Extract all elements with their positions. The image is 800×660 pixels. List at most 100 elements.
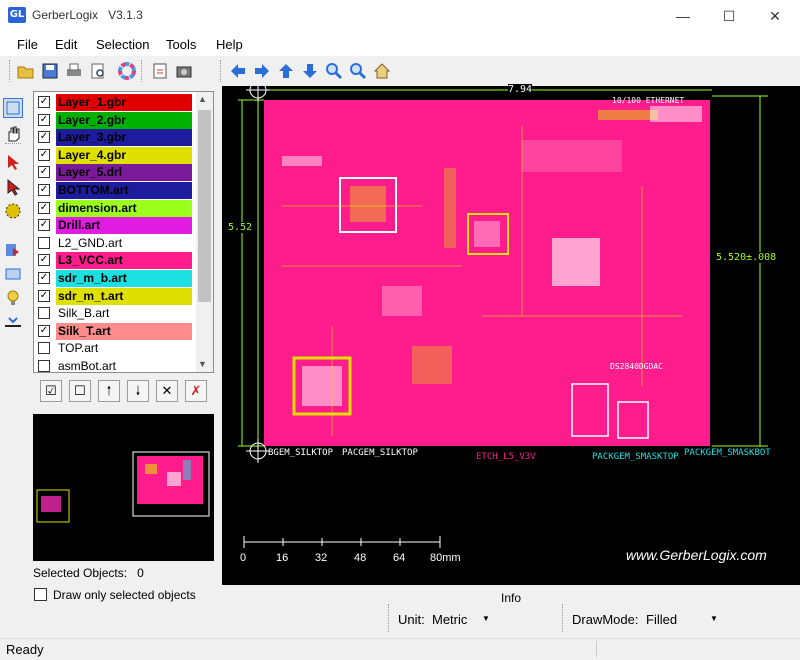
layer-checkbox[interactable]: ✓ — [38, 131, 50, 144]
layer-checkbox[interactable]: ✓ — [38, 201, 50, 214]
layer-row[interactable]: Silk_B.art — [34, 305, 199, 322]
arrow-left-icon[interactable] — [228, 61, 248, 81]
layer-checkbox[interactable] — [38, 307, 50, 320]
menu-selection[interactable]: Selection — [96, 37, 149, 52]
select-box-icon[interactable] — [3, 177, 23, 197]
drawmode-value: Filled — [646, 612, 678, 627]
layer-checkbox[interactable]: ✓ — [38, 324, 50, 337]
layer-row[interactable]: L2_GND.art — [34, 235, 199, 252]
check-all-icon[interactable]: ☑ — [40, 380, 62, 402]
layer-checkbox[interactable]: ✓ — [38, 96, 50, 108]
save-icon[interactable] — [40, 61, 60, 81]
layer-name: Layer_1.gbr — [56, 94, 192, 111]
layer-checkbox[interactable]: ✓ — [38, 272, 50, 284]
smask-bot-label: PACKGEM_SMASKBOT — [684, 448, 771, 458]
print-icon[interactable] — [64, 61, 84, 81]
layer-checkbox[interactable]: ✓ — [38, 184, 50, 196]
minimize-button[interactable]: — — [660, 0, 706, 32]
zoom-in-icon[interactable] — [324, 61, 344, 81]
layer-checkbox[interactable]: ✓ — [38, 166, 50, 179]
layer-checkbox[interactable]: ✓ — [38, 254, 50, 267]
layer-row[interactable]: ✓ Layer_3.gbr — [34, 129, 199, 147]
info-label: Info — [500, 591, 521, 605]
unit-value: Metric — [432, 612, 468, 627]
layer-row[interactable]: ✓ BOTTOM.art — [34, 182, 199, 199]
layer-name: dimension.art — [56, 199, 192, 217]
layer-checkbox[interactable]: ✓ — [38, 148, 50, 161]
drawmode-dropdown[interactable]: Filled ▼ — [644, 608, 724, 630]
layer-row[interactable]: ✓ L3_VCC.art — [34, 252, 199, 270]
layer-row[interactable]: ✓ Layer_1.gbr — [34, 94, 199, 111]
layer-checkbox[interactable] — [38, 360, 50, 372]
toolbar-separator-2 — [220, 60, 222, 82]
camera-icon[interactable] — [174, 61, 194, 81]
zoom-out-icon[interactable] — [348, 61, 368, 81]
pan-hand-icon[interactable] — [3, 124, 23, 144]
print-preview-icon[interactable] — [88, 61, 108, 81]
chip-label: DS2840DGDAC — [610, 362, 663, 371]
status-text: Ready — [6, 642, 44, 657]
close-button[interactable]: ✕ — [752, 0, 798, 32]
lightbulb-icon[interactable] — [3, 288, 23, 308]
layer-name: sdr_m_b.art — [56, 270, 192, 287]
layer-name: asmBot.art — [58, 359, 117, 373]
scrollbar-thumb[interactable] — [198, 110, 211, 302]
delete-all-icon[interactable]: ✗ — [185, 380, 207, 402]
layer-row[interactable]: ✓ Layer_2.gbr — [34, 111, 199, 129]
layer-name: BOTTOM.art — [56, 182, 192, 199]
open-folder-icon[interactable] — [16, 61, 36, 81]
scroll-up-arrow-icon[interactable]: ▲ — [198, 94, 207, 104]
uncheck-all-icon[interactable]: ☐ — [69, 380, 91, 402]
unit-dropdown[interactable]: Metric ▼ — [430, 608, 494, 630]
dim-left-label: 5.52 — [228, 222, 253, 233]
layer-row[interactable]: ✓ Layer_4.gbr — [34, 146, 199, 164]
arrow-right-icon[interactable] — [252, 61, 272, 81]
grid-icon[interactable] — [3, 264, 23, 284]
delete-layer-icon[interactable]: ✕ — [156, 380, 178, 402]
layer-checkbox[interactable] — [38, 342, 50, 355]
measure-icon[interactable] — [3, 312, 23, 332]
board-thumbnail[interactable] — [33, 414, 214, 561]
draw-only-selected-checkbox[interactable] — [34, 588, 47, 601]
pointer-icon[interactable] — [3, 152, 23, 172]
layer-checkbox[interactable]: ✓ — [38, 113, 50, 126]
menu-edit[interactable]: Edit — [55, 37, 77, 52]
menu-help[interactable]: Help — [216, 37, 243, 52]
layer-row[interactable]: ✓ Silk_T.art — [34, 322, 199, 340]
dim-top-label: 7.94 — [508, 84, 533, 95]
silk-label-1: BGEM_SILKTOP — [268, 448, 334, 458]
scale-tick-32: 32 — [315, 552, 328, 564]
layer-checkbox[interactable]: ✓ — [38, 289, 50, 302]
menu-file[interactable]: File — [17, 37, 38, 52]
layer-row[interactable]: ✓ Layer_5.drl — [34, 164, 199, 182]
layer-row[interactable]: TOP.art — [34, 340, 199, 357]
layer-select-icon[interactable] — [3, 240, 23, 260]
color-wheel-icon[interactable] — [117, 61, 137, 81]
layer-name: Silk_T.art — [56, 322, 192, 340]
move-up-icon[interactable]: 🠑 — [98, 380, 120, 402]
menu-tools[interactable]: Tools — [166, 37, 196, 52]
layer-row[interactable]: ✓ Drill.art — [34, 217, 199, 235]
layer-row[interactable]: ✓ sdr_m_t.art — [34, 287, 199, 305]
layer-name: Layer_3.gbr — [56, 129, 192, 147]
gerber-canvas[interactable]: 7.94 5.52 5.520±.008 10/100 ETHERNET DS2… — [222, 84, 800, 585]
export-icon[interactable] — [150, 61, 170, 81]
layer-checkbox[interactable]: ✓ — [38, 219, 50, 232]
layer-checkbox[interactable] — [38, 236, 50, 249]
layer-row[interactable]: ✓ dimension.art — [34, 199, 199, 217]
select-view-icon[interactable] — [3, 98, 23, 118]
layer-name: Layer_2.gbr — [56, 111, 192, 129]
layer-row[interactable]: asmBot.art — [34, 358, 199, 373]
starburst-icon[interactable] — [3, 201, 23, 221]
scroll-down-arrow-icon[interactable]: ▼ — [198, 359, 207, 369]
layer-row[interactable]: ✓ sdr_m_b.art — [34, 270, 199, 287]
etch-label: ETCH_L5_V3V — [476, 452, 536, 462]
arrow-up-icon[interactable] — [276, 61, 296, 81]
home-icon[interactable] — [372, 61, 392, 81]
scale-tick-64: 64 — [393, 552, 406, 564]
dropdown-arrow-icon: ▼ — [710, 614, 718, 623]
arrow-down-icon[interactable] — [300, 61, 320, 81]
move-down-icon[interactable]: 🠓 — [127, 380, 149, 402]
unit-label: Unit: — [398, 612, 425, 627]
maximize-button[interactable]: ☐ — [706, 0, 752, 32]
